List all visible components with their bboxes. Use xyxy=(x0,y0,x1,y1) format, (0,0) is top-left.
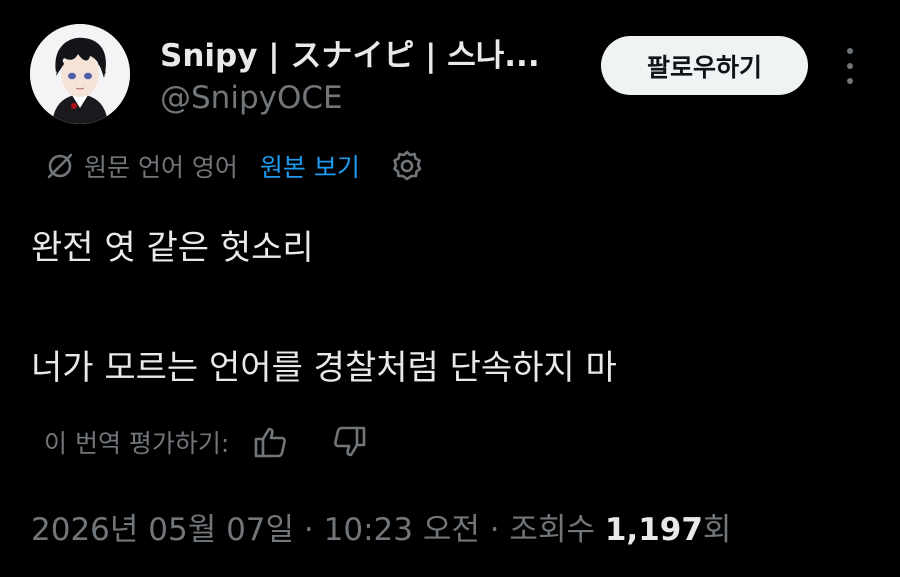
thumbs-down-icon[interactable] xyxy=(329,422,369,462)
views-prefix: 조회수 xyxy=(509,512,605,548)
thumbs-up-icon[interactable] xyxy=(251,422,291,462)
rate-translation: 이 번역 평가하기: xyxy=(44,420,369,464)
tweet-text-line-1: 완전 엿 같은 헛소리 xyxy=(31,228,314,268)
separator-dot: · xyxy=(294,512,324,548)
more-vertical-icon[interactable] xyxy=(836,48,864,84)
tweet-text-line-2: 너가 모르는 언어를 경찰처럼 단속하지 마 xyxy=(31,348,617,388)
tweet-meta: 2026년 05월 07일 · 10:23 오전 · 조회수 1,197회 xyxy=(31,504,731,549)
rate-label: 이 번역 평가하기: xyxy=(44,429,230,458)
translate-icon xyxy=(44,150,76,182)
user-handle[interactable]: @SnipyOCE xyxy=(160,80,343,116)
tweet-date[interactable]: 2026년 05월 07일 xyxy=(31,512,294,548)
display-name[interactable]: Snipy | スナイピ | 스나... xyxy=(160,30,580,75)
separator-dot: · xyxy=(479,512,510,548)
avatar[interactable] xyxy=(30,24,130,124)
gear-icon[interactable] xyxy=(388,147,426,185)
follow-button[interactable]: 팔로우하기 xyxy=(601,36,808,95)
views-count: 1,197 xyxy=(604,512,703,548)
translation-info: 원문 언어 영어 xyxy=(84,153,238,182)
tweet-time[interactable]: 10:23 오전 xyxy=(324,512,480,548)
views-suffix: 회 xyxy=(702,512,732,548)
translation-bar: 원문 언어 영어 원본 보기 xyxy=(44,146,426,186)
show-original-link[interactable]: 원본 보기 xyxy=(260,148,360,184)
